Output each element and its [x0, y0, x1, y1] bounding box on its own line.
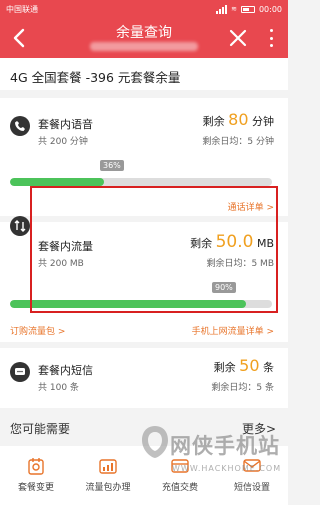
- carrier-label: 中国联通: [6, 4, 38, 14]
- highlight-box: [30, 186, 278, 313]
- nav-package-change[interactable]: 套餐变更: [0, 446, 72, 505]
- signal-icon: [216, 4, 228, 14]
- watermark-logo-icon: [142, 426, 168, 458]
- voice-usage-bar: [10, 178, 272, 186]
- clock: 00:00: [258, 4, 282, 14]
- watermark: 网侠手机站 WWW.HACKHOME.COM: [140, 418, 285, 496]
- sms-remaining: 剩余 50 条: [213, 356, 274, 375]
- sms-card: 套餐内短信 共 100 条 剩余 50 条 剩余日均：5 条: [0, 348, 288, 408]
- more-menu-icon[interactable]: [268, 29, 274, 47]
- app-header: 余量查询: [0, 18, 288, 58]
- close-icon[interactable]: [228, 28, 248, 48]
- battery-icon: [240, 5, 255, 13]
- watermark-text: 网侠手机站: [170, 434, 280, 458]
- sms-title: 套餐内短信: [38, 364, 93, 377]
- package-change-icon: [28, 458, 44, 475]
- mobile-data-details-link[interactable]: 手机上网流量详单 >: [192, 324, 274, 337]
- sms-daily: 剩余日均：5 条: [211, 383, 274, 393]
- order-data-package-link[interactable]: 订购流量包 >: [10, 324, 65, 337]
- voice-remaining-value: 80: [228, 110, 249, 129]
- screen: 中国联通 ≋ 00:00 余量查询 4G 全国套餐 -396 元套餐余量 套餐内…: [0, 0, 288, 505]
- status-bar: 中国联通 ≋ 00:00: [0, 0, 288, 18]
- voice-percent-tag: 36%: [100, 160, 124, 171]
- watermark-subtext: WWW.HACKHOME.COM: [172, 464, 282, 473]
- plan-name: 4G 全国套餐 -396 元套餐余量: [0, 58, 288, 90]
- voice-usage-fill: [10, 178, 105, 186]
- voice-remaining: 剩余 80 分钟: [202, 110, 274, 129]
- nav-data-package[interactable]: 流量包办理: [72, 446, 144, 505]
- phone-icon: [10, 116, 30, 136]
- sms-remaining-value: 50: [239, 356, 260, 375]
- suggest-title: 您可能需要: [10, 422, 71, 436]
- sms-total: 共 100 条: [38, 383, 79, 393]
- voice-total: 共 200 分钟: [38, 137, 88, 147]
- message-icon: [10, 362, 30, 382]
- voice-daily: 剩余日均：5 分钟: [202, 137, 274, 147]
- blurred-phone-number: [90, 42, 198, 51]
- wifi-icon: ≋: [231, 5, 237, 13]
- data-package-icon: [99, 459, 117, 474]
- voice-title: 套餐内语音: [38, 118, 93, 131]
- data-transfer-icon: [10, 216, 30, 236]
